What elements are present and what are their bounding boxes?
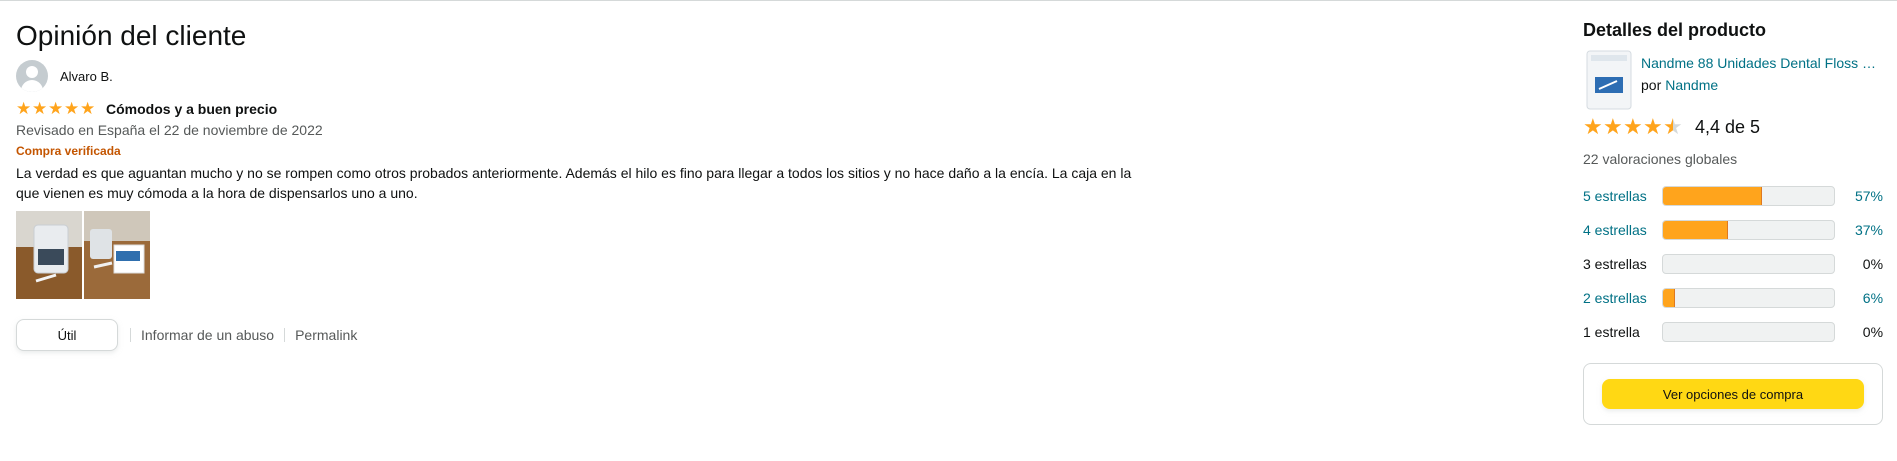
author-row: Alvaro B. bbox=[16, 60, 1136, 92]
rating-histogram: 5 estrellas 57% 4 estrellas 37% 3 estrellas 0… bbox=[1583, 179, 1883, 349]
half-star-icon: ★ bbox=[1663, 114, 1683, 139]
histogram-bar-fill bbox=[1663, 187, 1762, 205]
review-stars[interactable]: ★ ★ ★ ★ ★ bbox=[16, 100, 96, 118]
buy-box: Ver opciones de compra bbox=[1583, 363, 1883, 425]
brand-link[interactable]: Nandme bbox=[1665, 77, 1718, 93]
permalink-link[interactable]: Permalink bbox=[295, 327, 357, 343]
overall-rating[interactable]: ★ ★ ★ ★ ★ 4,4 de 5 bbox=[1583, 115, 1883, 139]
star-icon: ★ bbox=[1583, 114, 1603, 139]
histogram-percent[interactable]: 57% bbox=[1835, 188, 1883, 204]
histogram-bar bbox=[1662, 322, 1836, 342]
histogram-row: 3 estrellas 0% bbox=[1583, 247, 1883, 281]
star-icon: ★ bbox=[1643, 114, 1663, 139]
top-divider bbox=[0, 0, 1897, 4]
product-name-link[interactable]: Nandme 88 Unidades Dental Floss Picks bbox=[1641, 55, 1877, 71]
product-summary: Nandme 88 Unidades Dental Floss Picks po… bbox=[1583, 49, 1883, 111]
star-icon: ★ bbox=[1603, 114, 1623, 139]
by-label: por bbox=[1641, 77, 1662, 93]
histogram-bar[interactable] bbox=[1662, 186, 1836, 206]
histogram-bar bbox=[1662, 254, 1836, 274]
global-ratings: 22 valoraciones globales bbox=[1583, 151, 1738, 167]
divider bbox=[284, 328, 286, 342]
star-icon: ★ bbox=[1623, 114, 1643, 139]
see-buying-options-button[interactable]: Ver opciones de compra bbox=[1602, 379, 1864, 409]
histogram-row: 1 estrella 0% bbox=[1583, 315, 1883, 349]
helpful-button[interactable]: Útil bbox=[16, 319, 118, 351]
star-icon: ★ bbox=[64, 99, 80, 118]
histogram-bar-fill bbox=[1663, 289, 1675, 307]
review-actions: Útil Informar de un abuso Permalink bbox=[16, 319, 1136, 351]
star-icon: ★ bbox=[32, 99, 48, 118]
star-icon: ★ bbox=[16, 99, 32, 118]
review-date: Revisado en España el 22 de noviembre de… bbox=[16, 122, 323, 138]
histogram-row[interactable]: 4 estrellas 37% bbox=[1583, 213, 1883, 247]
review-rating-row: ★ ★ ★ ★ ★ Cómodos y a buen precio bbox=[16, 100, 1136, 118]
product-byline: por Nandme bbox=[1641, 77, 1877, 93]
review-section: Opinión del cliente Alvaro B. ★ ★ ★ ★ ★ … bbox=[16, 18, 1136, 351]
review-images bbox=[16, 211, 1136, 299]
histogram-row[interactable]: 2 estrellas 6% bbox=[1583, 281, 1883, 315]
histogram-percent: 0% bbox=[1862, 256, 1884, 272]
histogram-percent: 0% bbox=[1862, 324, 1884, 340]
verified-badge: Compra verificada bbox=[16, 144, 121, 158]
review-image-1[interactable] bbox=[16, 211, 82, 299]
histogram-bar[interactable] bbox=[1662, 220, 1836, 240]
histogram-label[interactable]: 5 estrellas bbox=[1583, 188, 1662, 204]
product-details-panel: Detalles del producto Nandme 88 Unidades… bbox=[1583, 20, 1883, 425]
review-image-2[interactable] bbox=[84, 211, 150, 299]
product-details-title: Detalles del producto bbox=[1583, 20, 1767, 40]
report-abuse-link[interactable]: Informar de un abuso bbox=[141, 327, 274, 343]
avatar-icon bbox=[16, 60, 48, 92]
rating-text: 4,4 de 5 bbox=[1695, 116, 1761, 137]
histogram-label[interactable]: 2 estrellas bbox=[1583, 290, 1662, 306]
histogram-label: 1 estrella bbox=[1583, 324, 1640, 340]
divider bbox=[130, 328, 131, 342]
product-image[interactable] bbox=[1583, 49, 1635, 111]
author-name: Alvaro B. bbox=[60, 68, 113, 84]
histogram-row[interactable]: 5 estrellas 57% bbox=[1583, 179, 1883, 213]
histogram-bar-fill bbox=[1663, 221, 1728, 239]
star-icon: ★ bbox=[48, 99, 64, 118]
histogram-percent[interactable]: 37% bbox=[1835, 222, 1883, 238]
product-info: Nandme 88 Unidades Dental Floss Picks po… bbox=[1641, 55, 1877, 111]
review-title[interactable]: Cómodos y a buen precio bbox=[106, 101, 277, 117]
review-text: La verdad es que aguantan mucho y no se … bbox=[16, 165, 1132, 201]
histogram-label: 3 estrellas bbox=[1583, 256, 1647, 272]
page-title: Opinión del cliente bbox=[16, 20, 247, 51]
histogram-percent[interactable]: 6% bbox=[1835, 290, 1883, 306]
histogram-label[interactable]: 4 estrellas bbox=[1583, 222, 1662, 238]
histogram-bar[interactable] bbox=[1662, 288, 1836, 308]
star-icon: ★ bbox=[80, 99, 96, 118]
